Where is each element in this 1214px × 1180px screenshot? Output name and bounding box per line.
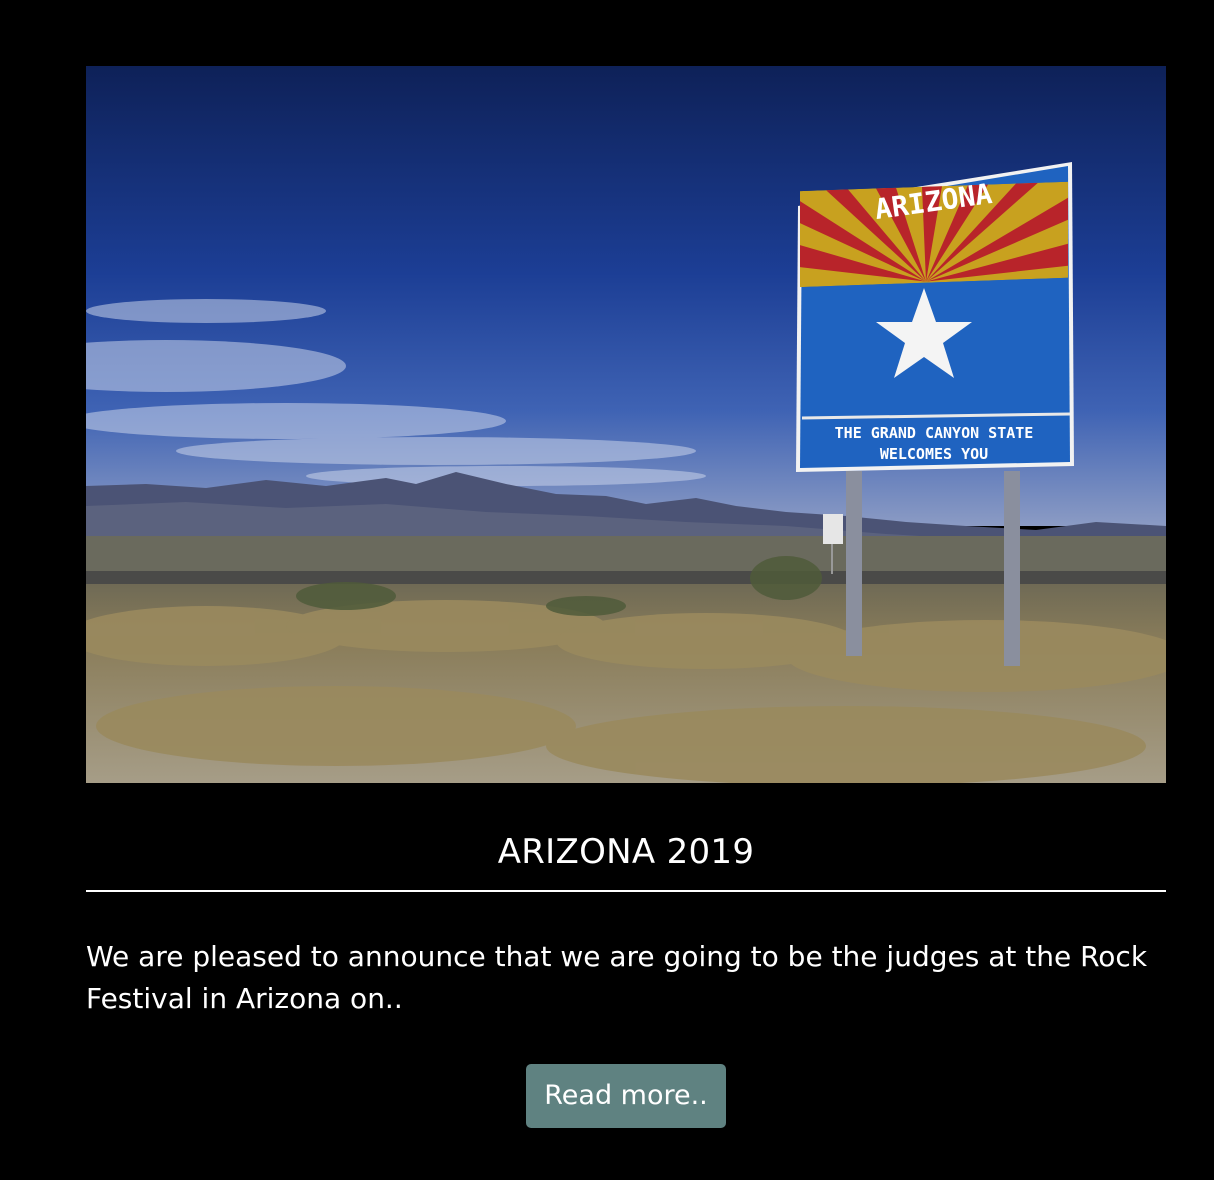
title-divider — [86, 890, 1166, 892]
sign-line-2: WELCOMES YOU — [880, 445, 988, 463]
read-more-container: Read more.. — [86, 1064, 1166, 1128]
read-more-button[interactable]: Read more.. — [526, 1064, 726, 1128]
arizona-welcome-sign: ARIZONA THE GRAND CANYON STATE WELCOMES … — [796, 162, 1074, 472]
arizona-sign-photo: ARIZONA THE GRAND CANYON STATE WELCOMES … — [86, 66, 1166, 783]
post-image[interactable]: ARIZONA THE GRAND CANYON STATE WELCOMES … — [86, 66, 1166, 783]
sign-line-1: THE GRAND CANYON STATE — [835, 424, 1034, 442]
blog-post-card: ARIZONA THE GRAND CANYON STATE WELCOMES … — [86, 66, 1166, 1128]
post-excerpt: We are pleased to announce that we are g… — [86, 940, 1148, 1015]
post-title: ARIZONA 2019 — [497, 832, 755, 872]
